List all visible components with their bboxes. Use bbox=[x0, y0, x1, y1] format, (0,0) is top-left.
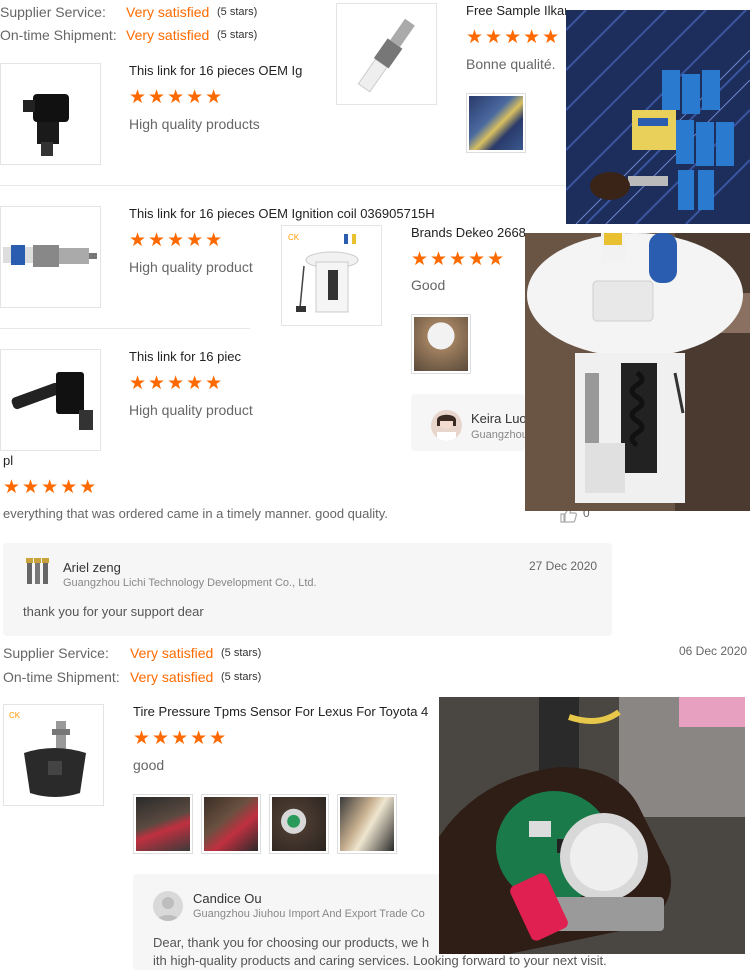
review-photo-enlarged[interactable] bbox=[566, 10, 750, 224]
review-text: High quality product bbox=[129, 402, 253, 418]
reply-text-line1: Dear, thank you for choosing our product… bbox=[153, 935, 430, 950]
product-title[interactable]: This link for 16 pieces OEM Ig bbox=[129, 63, 310, 78]
svg-text:CK: CK bbox=[9, 711, 21, 720]
supplier-service-value: Very satisfied bbox=[126, 4, 210, 20]
supplier-reply bbox=[3, 543, 612, 636]
product-title[interactable]: This link for 16 pieces OEM Ignition coi… bbox=[129, 206, 489, 221]
rating-stars: ★★★★★ bbox=[466, 27, 562, 48]
reply-company: Guangzhou Jiuhou Import And Export Trade… bbox=[193, 908, 425, 920]
review-photo-thumbnail[interactable] bbox=[411, 314, 471, 374]
product-thumbnail[interactable]: CK bbox=[3, 704, 104, 806]
product-title[interactable]: pl bbox=[3, 453, 13, 468]
review-photo-thumbnail[interactable] bbox=[201, 794, 261, 854]
product-thumbnail[interactable] bbox=[0, 63, 101, 165]
review-date: 06 Dec 2020 bbox=[679, 644, 748, 658]
review-photo-enlarged[interactable] bbox=[439, 697, 745, 954]
review-text: High quality product bbox=[129, 259, 253, 275]
review-photo-image bbox=[525, 233, 750, 511]
review-photo-thumbnail[interactable] bbox=[269, 794, 329, 854]
rating-stars: ★★★★★ bbox=[3, 477, 99, 498]
review-text: Bonne qualité. bbox=[466, 56, 556, 72]
rating-stars: ★★★★★ bbox=[129, 230, 225, 251]
tpms-sensor-image: CK bbox=[9, 711, 86, 797]
supplier-service-value: Very satisfied bbox=[130, 645, 214, 661]
product-thumbnail[interactable] bbox=[0, 206, 101, 308]
reply-company: Guangzhou bbox=[471, 429, 525, 441]
ignition-coil-image bbox=[11, 372, 93, 430]
reply-author-name: Ariel zeng bbox=[63, 560, 121, 575]
supplier-service-label: Supplier Service: bbox=[3, 645, 109, 661]
review-photo-thumbnail[interactable] bbox=[466, 93, 526, 153]
product-thumbnail[interactable] bbox=[336, 3, 437, 105]
rating-stars: ★★★★★ bbox=[129, 87, 225, 108]
review-photo-thumbnail[interactable] bbox=[133, 794, 193, 854]
reply-text: thank you for your support dear bbox=[23, 604, 204, 619]
svg-text:CK: CK bbox=[288, 233, 300, 242]
reply-author-name: Candice Ou bbox=[193, 891, 262, 906]
shipment-stars: (5 stars) bbox=[217, 29, 258, 41]
product-thumbnail[interactable]: CK bbox=[281, 225, 382, 326]
reply-date: 27 Dec 2020 bbox=[529, 559, 598, 573]
review-photo-thumbnail[interactable] bbox=[337, 794, 397, 854]
review-text: everything that was ordered came in a ti… bbox=[3, 506, 388, 521]
ignition-coil-image bbox=[23, 94, 69, 156]
shipment-stars: (5 stars) bbox=[221, 671, 262, 683]
rating-stars: ★★★★★ bbox=[129, 373, 225, 394]
review-text: High quality products bbox=[129, 116, 260, 132]
review-text: Good bbox=[411, 277, 446, 293]
review-photo-enlarged[interactable] bbox=[525, 233, 750, 511]
supplier-service-stars: (5 stars) bbox=[217, 6, 258, 18]
review-photo-image bbox=[439, 697, 745, 954]
review-text: good bbox=[133, 757, 165, 773]
shipment-label: On-time Shipment: bbox=[3, 669, 120, 685]
product-title[interactable]: This link for 16 piec bbox=[129, 349, 251, 364]
avatar bbox=[153, 891, 183, 921]
rating-stars: ★★★★★ bbox=[133, 728, 229, 749]
reply-company: Guangzhou Lichi Technology Development C… bbox=[63, 577, 317, 589]
shipment-value: Very satisfied bbox=[130, 669, 214, 685]
supplier-service-stars: (5 stars) bbox=[221, 647, 262, 659]
product-thumbnail[interactable] bbox=[0, 349, 101, 451]
product-title[interactable]: Free Sample Ilkar7B11 Spark Plugs For Co… bbox=[466, 3, 566, 18]
review-photo-image bbox=[566, 10, 750, 224]
divider bbox=[0, 185, 565, 186]
avatar bbox=[431, 410, 462, 441]
reply-author-name: Keira Luo bbox=[471, 411, 525, 426]
rating-stars: ★★★★★ bbox=[411, 249, 507, 270]
shipment-label: On-time Shipment: bbox=[0, 27, 117, 43]
fuel-pump-image: CK bbox=[288, 233, 359, 313]
reply-text-line2: ith high-quality products and caring ser… bbox=[153, 953, 607, 968]
spark-plug-image bbox=[3, 245, 97, 267]
avatar bbox=[25, 558, 51, 588]
divider bbox=[0, 328, 250, 329]
product-title[interactable]: Tire Pressure Tpms Sensor For Lexus For … bbox=[133, 704, 439, 719]
shipment-value: Very satisfied bbox=[126, 27, 210, 43]
spark-plug-image bbox=[357, 18, 415, 93]
supplier-service-label: Supplier Service: bbox=[0, 4, 106, 20]
product-title[interactable]: Brands Dekeo 26689547 Fuel Supply Pump A… bbox=[411, 225, 525, 240]
